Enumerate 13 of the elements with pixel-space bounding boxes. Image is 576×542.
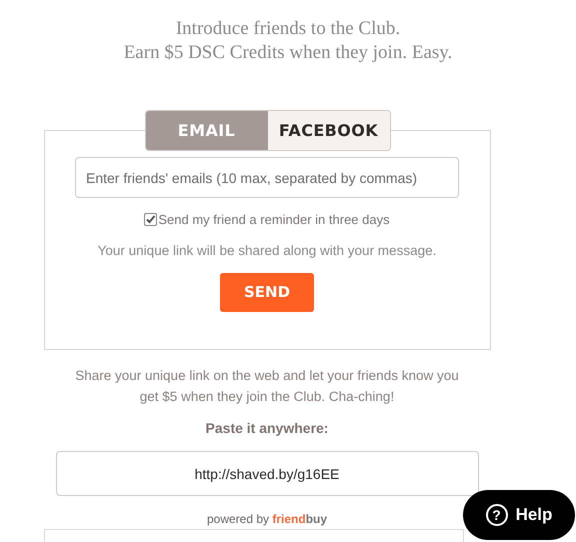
link-field[interactable]: http://shaved.by/g16EE	[56, 451, 478, 496]
note-text: Your unique link will be shared along with your message.	[98, 242, 436, 260]
help-icon: ?	[486, 504, 508, 526]
share-text: Share your unique link on the web and let your friends know you get $5 when they join the Club. Cha-ching!	[74, 367, 460, 406]
reminder-checkbox[interactable]	[144, 213, 158, 226]
email-input-field[interactable]: Enter friends' emails (10 max, separated by commas)	[75, 157, 459, 198]
headline-text: Earn $5 DSC Credits when they join. Easy.	[124, 41, 452, 65]
powered-by-text: powered by friendbuy	[206, 511, 328, 528]
paste-label: Paste it anywhere:	[206, 419, 328, 438]
headline-text: Introduce friends to the Club.	[176, 17, 400, 41]
help-button[interactable]: ? Help	[463, 490, 575, 540]
tab[interactable]: FACEBOOK	[268, 111, 390, 150]
reminder-label: Send my friend a reminder in three days	[158, 211, 390, 229]
